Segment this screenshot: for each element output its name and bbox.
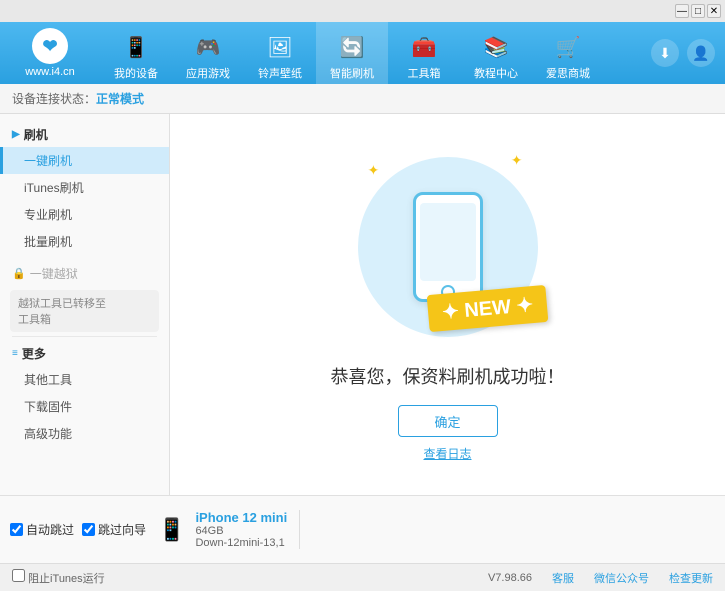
nav-apps[interactable]: 🎮 应用游戏 xyxy=(172,22,244,84)
device-firmware: Down-12mini-13,1 xyxy=(195,537,287,549)
itunes-label: 阻止iTunes运行 xyxy=(28,573,105,585)
sidebar-item-download-firmware[interactable]: 下载固件 xyxy=(0,393,169,420)
main-layout: ▶ 刷机 一键刷机 iTunes刷机 专业刷机 批量刷机 🔒 一键越狱 越狱工具… xyxy=(0,114,725,495)
service-link[interactable]: 客服 xyxy=(552,570,574,586)
sidebar-item-advanced[interactable]: 高级功能 xyxy=(0,420,169,447)
checkbox-group: 自动跳过 跳过向导 xyxy=(10,521,146,538)
bottom-right-links: V7.98.66 客服 微信公众号 检查更新 xyxy=(488,570,713,586)
logo-icon: ❤ xyxy=(32,28,68,64)
main-content: ✦ ✦ ✦ NEW ✦ 恭喜您，保资料刷机成功啦！ 确定 查看日志 xyxy=(170,114,725,495)
sidebar: ▶ 刷机 一键刷机 iTunes刷机 专业刷机 批量刷机 🔒 一键越狱 越狱工具… xyxy=(0,114,170,495)
nav-my-device-label: 我的设备 xyxy=(114,65,158,81)
sidebar-item-other-tools[interactable]: 其他工具 xyxy=(0,366,169,393)
phone-screen xyxy=(420,203,476,281)
confirm-button[interactable]: 确定 xyxy=(398,405,498,437)
nav-shop[interactable]: 🛒 爱思商城 xyxy=(532,22,604,84)
sidebar-more-label: 更多 xyxy=(22,345,46,362)
sidebar-flash-label: 刷机 xyxy=(24,126,48,143)
sidebar-item-itunes-flash[interactable]: iTunes刷机 xyxy=(0,174,169,201)
version-text: V7.98.66 xyxy=(488,572,532,584)
smart-flash-icon: 🔄 xyxy=(338,34,366,62)
skip-wizard-input[interactable] xyxy=(82,523,95,536)
auto-advance-input[interactable] xyxy=(10,523,23,536)
status-label: 设备连接状态： xyxy=(12,90,96,107)
sidebar-item-batch-flash[interactable]: 批量刷机 xyxy=(0,228,169,255)
update-link[interactable]: 检查更新 xyxy=(669,570,713,586)
view-log-link[interactable]: 查看日志 xyxy=(423,445,471,462)
toolbox-icon: 🧰 xyxy=(410,34,438,62)
download-button[interactable]: ⬇ xyxy=(651,39,679,67)
device-details: iPhone 12 mini 64GB Down-12mini-13,1 xyxy=(195,510,287,549)
header-right: ⬇ 👤 xyxy=(651,39,725,67)
nav-toolbox[interactable]: 🧰 工具箱 xyxy=(388,22,460,84)
jailbreak-notice: 越狱工具已转移至工具箱 xyxy=(10,290,159,332)
nav-ringtone-label: 铃声壁纸 xyxy=(258,65,302,81)
itunes-checkbox[interactable] xyxy=(12,569,25,582)
header: ❤ www.i4.cn 📱 我的设备 🎮 应用游戏 🖼 铃声壁纸 🔄 智能刷机 … xyxy=(0,22,725,84)
maximize-button[interactable]: □ xyxy=(691,4,705,18)
status-bar: 设备连接状态： 正常模式 xyxy=(0,84,725,114)
my-device-icon: 📱 xyxy=(122,34,150,62)
shop-icon: 🛒 xyxy=(554,34,582,62)
skip-wizard-checkbox[interactable]: 跳过向导 xyxy=(82,521,146,538)
nav-apps-label: 应用游戏 xyxy=(186,65,230,81)
user-button[interactable]: 👤 xyxy=(687,39,715,67)
sidebar-group-more[interactable]: ≡ 更多 xyxy=(0,341,169,366)
auto-advance-checkbox[interactable]: 自动跳过 xyxy=(10,521,74,538)
bottom-status-bar: 阻止iTunes运行 V7.98.66 客服 微信公众号 检查更新 xyxy=(0,563,725,591)
nav-ringtone[interactable]: 🖼 铃声壁纸 xyxy=(244,22,316,84)
device-capacity: 64GB xyxy=(195,525,287,537)
minimize-button[interactable]: — xyxy=(675,4,689,18)
sidebar-jailbreak-group: 🔒 一键越狱 xyxy=(0,261,169,286)
flash-arrow-icon: ▶ xyxy=(12,129,20,140)
nav-tutorial[interactable]: 📚 教程中心 xyxy=(460,22,532,84)
skip-wizard-label: 跳过向导 xyxy=(98,521,146,538)
nav-smart-flash[interactable]: 🔄 智能刷机 xyxy=(316,22,388,84)
new-label: NEW xyxy=(464,296,512,322)
nav-my-device[interactable]: 📱 我的设备 xyxy=(100,22,172,84)
status-value: 正常模式 xyxy=(96,90,144,107)
ringtone-icon: 🖼 xyxy=(266,34,294,62)
sidebar-item-pro-flash[interactable]: 专业刷机 xyxy=(0,201,169,228)
nav-shop-label: 爱思商城 xyxy=(546,65,590,81)
sparkle-right-icon: ✦ xyxy=(511,152,523,169)
new-badge: ✦ NEW ✦ xyxy=(428,290,547,327)
apps-icon: 🎮 xyxy=(194,34,222,62)
phone-illustration: ✦ ✦ ✦ NEW ✦ xyxy=(348,147,548,347)
sparkle-left-icon: ✦ xyxy=(368,162,380,179)
device-bar: 自动跳过 跳过向导 📱 iPhone 12 mini 64GB Down-12m… xyxy=(0,495,725,563)
notice-text: 越狱工具已转移至工具箱 xyxy=(18,295,106,327)
itunes-status: 阻止iTunes运行 xyxy=(12,569,468,586)
sidebar-group-flash[interactable]: ▶ 刷机 xyxy=(0,122,169,147)
nav-smart-flash-label: 智能刷机 xyxy=(330,65,374,81)
logo-text: www.i4.cn xyxy=(25,66,75,78)
title-bar: — □ ✕ xyxy=(0,0,725,22)
nav-toolbox-label: 工具箱 xyxy=(408,65,441,81)
more-arrow-icon: ≡ xyxy=(12,348,18,359)
phone-body xyxy=(413,192,483,302)
success-message: 恭喜您，保资料刷机成功啦！ xyxy=(331,363,565,389)
auto-advance-label: 自动跳过 xyxy=(26,521,74,538)
device-phone-icon: 📱 xyxy=(158,517,185,543)
nav-tutorial-label: 教程中心 xyxy=(474,65,518,81)
close-button[interactable]: ✕ xyxy=(707,4,721,18)
lock-icon: 🔒 xyxy=(12,267,26,280)
nav-bar: 📱 我的设备 🎮 应用游戏 🖼 铃声壁纸 🔄 智能刷机 🧰 工具箱 📚 教程中心… xyxy=(100,22,651,84)
tutorial-icon: 📚 xyxy=(482,34,510,62)
new-ribbon-text: ✦ NEW ✦ xyxy=(427,285,549,332)
jailbreak-label: 一键越狱 xyxy=(30,265,78,282)
logo: ❤ www.i4.cn xyxy=(0,28,100,78)
wechat-link[interactable]: 微信公众号 xyxy=(594,570,649,586)
sidebar-divider xyxy=(12,336,157,337)
sidebar-item-onekey-flash[interactable]: 一键刷机 xyxy=(0,147,169,174)
device-info-area: 📱 iPhone 12 mini 64GB Down-12mini-13,1 xyxy=(158,510,300,549)
